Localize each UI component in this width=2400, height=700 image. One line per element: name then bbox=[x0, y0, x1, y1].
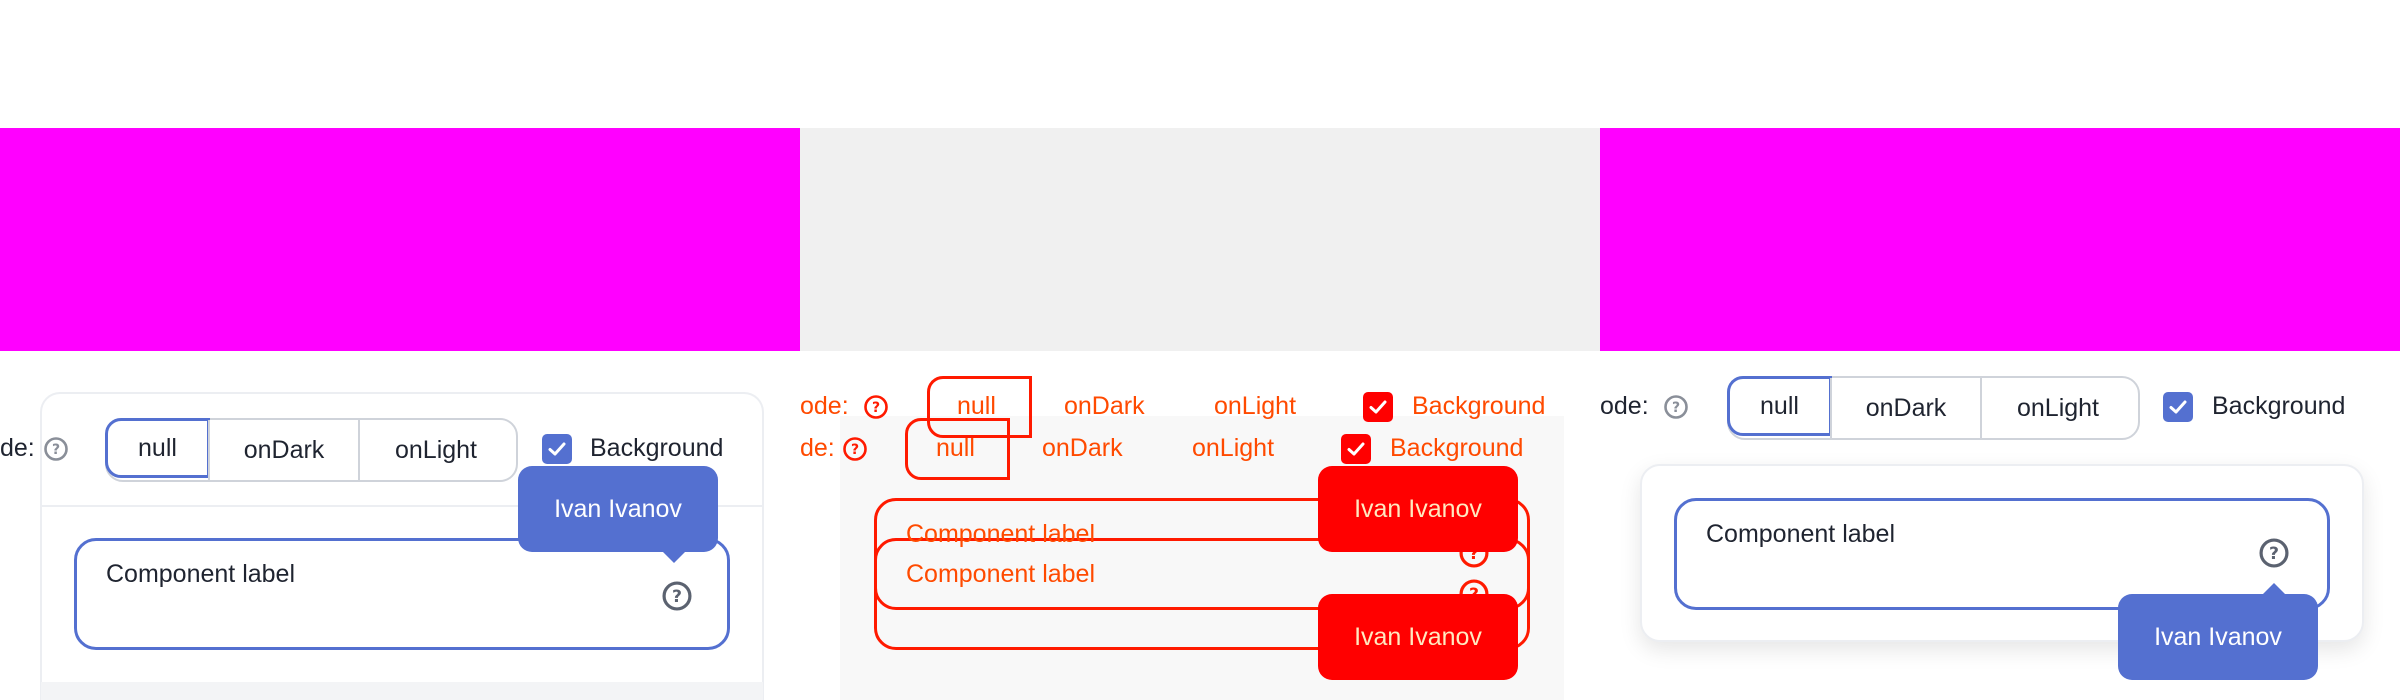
component-field[interactable] bbox=[74, 538, 730, 650]
check-icon bbox=[1347, 442, 1365, 456]
background-label: Background bbox=[2212, 392, 2346, 420]
mode-option-null[interactable]: null bbox=[105, 418, 210, 478]
question-circle-icon[interactable]: ? bbox=[2258, 537, 2290, 569]
tooltip: Ivan Ivanov bbox=[518, 466, 718, 552]
svg-text:?: ? bbox=[872, 400, 880, 416]
background-checkbox[interactable] bbox=[2163, 392, 2193, 422]
mode-option-ondark[interactable]: onDark bbox=[1830, 378, 1980, 438]
background-label: Background bbox=[590, 434, 724, 462]
diff-background-label: Background bbox=[1412, 392, 1546, 420]
check-icon bbox=[1369, 400, 1387, 414]
question-circle-icon[interactable]: ? bbox=[661, 580, 693, 612]
tooltip-arrow bbox=[2263, 583, 2285, 594]
tooltip: Ivan Ivanov bbox=[2118, 594, 2318, 680]
svg-text:?: ? bbox=[672, 587, 682, 607]
diff-tooltip: Ivan Ivanov bbox=[1318, 594, 1518, 680]
mode-label: ode: bbox=[1600, 392, 1649, 420]
diff-background-label: Background bbox=[1390, 434, 1524, 462]
card-footer bbox=[41, 682, 763, 700]
tooltip-arrow bbox=[663, 552, 685, 563]
story-panel-after: ode: ? null onDark onLight Background Co… bbox=[1600, 0, 2400, 700]
mode-segmented-control: null onDark onLight bbox=[1727, 376, 2140, 440]
background-checkbox[interactable] bbox=[542, 434, 572, 464]
mode-label: de: bbox=[0, 434, 35, 462]
component-label: Component label bbox=[106, 560, 296, 588]
mode-label: ode: bbox=[800, 392, 849, 420]
question-circle-icon: ? bbox=[864, 395, 888, 419]
preview-band bbox=[800, 128, 1600, 351]
diff-mode-option-ondark: onDark bbox=[1042, 434, 1123, 462]
diff-component-label: Component label bbox=[906, 560, 1096, 588]
preview-band bbox=[0, 128, 800, 351]
mode-option-ondark[interactable]: onDark bbox=[208, 420, 358, 480]
svg-text:?: ? bbox=[851, 442, 859, 458]
svg-text:?: ? bbox=[2269, 544, 2279, 564]
question-circle-icon[interactable]: ? bbox=[43, 436, 69, 462]
component-label: Component label bbox=[1706, 520, 1896, 548]
diff-mode-option-onlight: onLight bbox=[1214, 392, 1297, 420]
diff-component-label: Component label bbox=[906, 520, 1096, 548]
story-panel-diff: ode: ? null onDark onLight Background de… bbox=[800, 0, 1600, 700]
diff-tooltip: Ivan Ivanov bbox=[1318, 466, 1518, 552]
preview-band bbox=[1600, 128, 2400, 351]
svg-text:?: ? bbox=[1672, 400, 1680, 416]
question-circle-icon: ? bbox=[843, 437, 867, 461]
diff-mode-option-null: null bbox=[957, 392, 996, 420]
question-circle-icon[interactable]: ? bbox=[1663, 394, 1689, 420]
diff-mode-option-onlight: onLight bbox=[1192, 434, 1275, 462]
mode-label: de: bbox=[800, 434, 835, 462]
mode-segmented-control: null onDark onLight bbox=[105, 418, 518, 482]
diff-checkbox bbox=[1363, 392, 1393, 422]
diff-checkbox bbox=[1341, 434, 1371, 464]
svg-text:?: ? bbox=[52, 442, 60, 458]
mode-option-null[interactable]: null bbox=[1727, 376, 1832, 436]
diff-mode-option-ondark: onDark bbox=[1064, 392, 1145, 420]
mode-option-onlight[interactable]: onLight bbox=[358, 420, 512, 480]
mode-option-onlight[interactable]: onLight bbox=[1980, 378, 2134, 438]
check-icon bbox=[548, 442, 566, 456]
check-icon bbox=[2169, 400, 2187, 414]
story-panel-before: de: ? null onDark onLight Background Com… bbox=[0, 0, 800, 700]
diff-mode-option-null: null bbox=[936, 434, 975, 462]
